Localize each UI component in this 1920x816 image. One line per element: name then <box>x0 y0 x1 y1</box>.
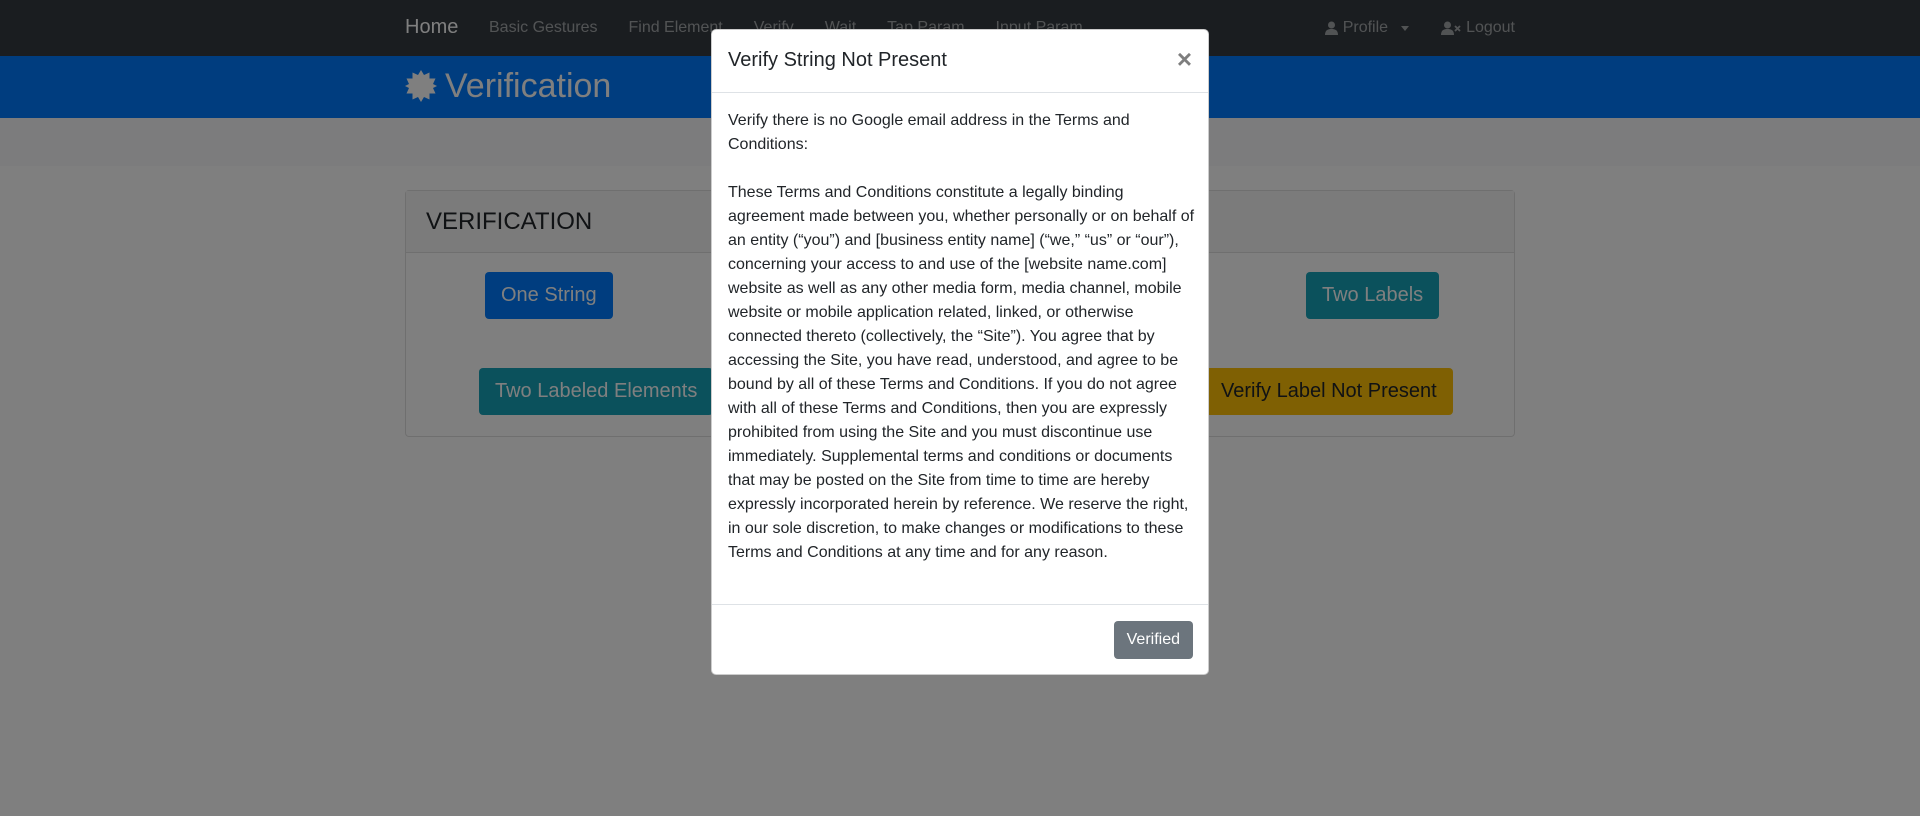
verify-string-modal: Verify String Not Present × Verify there… <box>711 29 1209 675</box>
modal-footer: Verified <box>712 604 1208 674</box>
modal-title: Verify String Not Present <box>728 49 947 71</box>
terms-text: These Terms and Conditions constitute a … <box>728 184 1195 561</box>
close-button[interactable]: × <box>1177 44 1192 74</box>
modal-header: Verify String Not Present × <box>712 30 1208 93</box>
modal-body: Verify there is no Google email address … <box>728 109 1198 589</box>
verified-button[interactable]: Verified <box>1113 621 1193 659</box>
page: Home Basic Gestures Find Element Verify … <box>0 0 1920 816</box>
modal-intro-text: Verify there is no Google email address … <box>728 112 1130 153</box>
